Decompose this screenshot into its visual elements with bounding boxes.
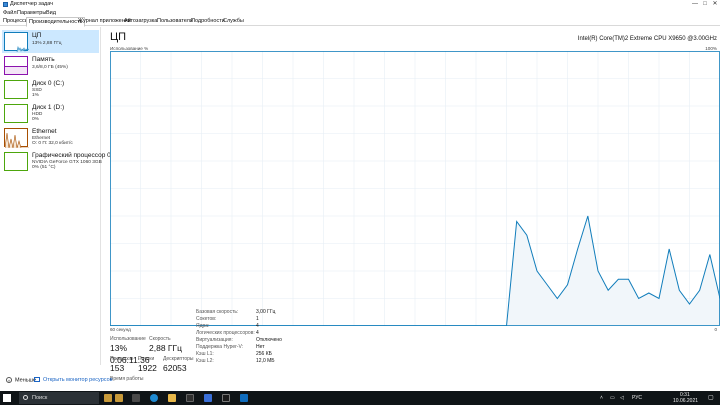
resource-monitor-icon (34, 377, 40, 383)
cpu-model-name: Intel(R) Core(TM)2 Extreme CPU X9650 @3.… (577, 36, 717, 42)
utilization-value: 13% (110, 343, 128, 353)
windows-start-icon[interactable] (3, 394, 11, 402)
fewer-details-button[interactable]: ˄ Меньше (6, 377, 36, 383)
l2-cache-label: Кэш L2: (196, 358, 214, 364)
menu-file[interactable]: Файл (3, 9, 17, 17)
search-icon (23, 395, 28, 400)
open-resource-monitor-link[interactable]: Открыть монитор ресурсов (34, 377, 113, 383)
sidebar-item-label: Графический процессор 0 (32, 152, 111, 159)
sidebar-item-label: Диск 1 (D:) (32, 104, 65, 111)
cores-value: 4 (256, 323, 259, 329)
taskbar-search[interactable]: Поиск (19, 392, 99, 404)
page-title: ЦП (110, 31, 127, 43)
volume-icon[interactable]: ◁ (620, 395, 624, 401)
memory-thumb-icon (4, 56, 28, 75)
task-view-icon[interactable] (132, 394, 140, 402)
l1-cache-label: Кэш L1: (196, 351, 214, 357)
sidebar-item-sub2: 0% (32, 117, 39, 122)
close-button[interactable]: ✕ (710, 0, 720, 9)
window-title: Диспетчер задач (10, 1, 54, 7)
base-speed-label: Базовая скорость: (196, 309, 239, 315)
sidebar-item-disk-0[interactable]: Диск 0 (C:) SSD 1% (2, 78, 99, 101)
sidebar-item-ethernet[interactable]: Ethernet Ethernet О: 0 П: 32,0 кбит/с (2, 126, 99, 149)
sidebar-item-disk-1[interactable]: Диск 1 (D:) HDD 0% (2, 102, 99, 125)
speed-value: 2,88 ГГц (149, 343, 182, 353)
menu-options[interactable]: Параметры (17, 9, 46, 17)
disk-thumb-icon (4, 104, 28, 123)
disk-thumb-icon (4, 80, 28, 99)
cpu-usage-graph (110, 51, 720, 326)
tab-startup[interactable]: Автозагрузка (122, 17, 159, 26)
cpu-thumb-icon (4, 32, 30, 53)
hyper-v-value: Нет (256, 344, 265, 350)
clock-date[interactable]: 10.06.2021 (673, 398, 698, 404)
app-thumbnail-icon-2[interactable] (115, 394, 123, 402)
title-bar: Диспетчер задач — □ ✕ (0, 0, 720, 9)
menu-bar: Файл Параметры Вид (0, 9, 720, 17)
sidebar-item-sub: 13% 2,88 ГГц (32, 41, 62, 46)
footer-bar: ˄ Меньше Открыть монитор ресурсов (0, 370, 720, 391)
minimize-button[interactable]: — (690, 0, 700, 9)
mail-icon[interactable] (204, 394, 212, 402)
sidebar-item-gpu[interactable]: Графический процессор 0 NVIDIA GeForce G… (2, 150, 111, 173)
performance-sidebar: ЦП 13% 2,88 ГГц Память 3,6/8,0 ГБ (45%) … (0, 27, 111, 365)
logical-processors-label: Логических процессоров: (196, 330, 255, 336)
language-indicator[interactable]: РУС (632, 395, 642, 401)
l1-cache-value: 256 КБ (256, 351, 272, 357)
sockets-value: 1 (256, 316, 259, 322)
hyper-v-label: Поддержка Hyper-V: (196, 344, 244, 350)
store-icon[interactable] (186, 394, 194, 402)
graph-x-label: 60 секунд (110, 327, 131, 332)
tab-services[interactable]: Службы (221, 17, 246, 26)
ethernet-thumb-icon (4, 128, 29, 149)
sidebar-item-label: Диск 0 (C:) (32, 80, 65, 87)
file-explorer-icon[interactable] (168, 394, 176, 402)
maximize-button[interactable]: □ (700, 0, 710, 9)
speed-label: Скорость (149, 336, 171, 342)
cores-label: Ядра: (196, 323, 210, 329)
menu-view[interactable]: Вид (46, 9, 56, 17)
tray-chevron-icon[interactable]: ˄ (600, 395, 603, 401)
task-manager-icon (3, 2, 8, 7)
sockets-label: Сокетов: (196, 316, 217, 322)
search-label: Поиск (32, 395, 48, 401)
sidebar-item-cpu[interactable]: ЦП 13% 2,88 ГГц (2, 30, 99, 53)
sidebar-item-sub2: 0% (51 °C) (32, 165, 56, 170)
uptime-value: 0:06:11:36 (110, 355, 150, 365)
sidebar-item-label: Ethernet (32, 128, 57, 135)
cpu-detail-panel: ЦП Intel(R) Core(TM)2 Extreme CPU X9650 … (103, 27, 720, 382)
sidebar-item-memory[interactable]: Память 3,6/8,0 ГБ (45%) (2, 54, 99, 77)
chevron-up-icon: ˄ (6, 377, 12, 383)
network-icon[interactable]: ▭ (610, 395, 615, 401)
sidebar-item-label: ЦП (32, 32, 42, 39)
app-thumbnail-icon[interactable] (104, 394, 112, 402)
l2-cache-value: 12,0 МБ (256, 358, 275, 364)
sidebar-item-sub: 3,6/8,0 ГБ (45%) (32, 65, 68, 70)
sidebar-item-sub2: 1% (32, 93, 39, 98)
gpu-thumb-icon (4, 152, 28, 171)
handles-label: Дескрипторы (163, 356, 194, 362)
base-speed-value: 3,00 ГГц (256, 309, 276, 315)
sidebar-item-label: Память (32, 56, 55, 63)
tab-strip: Процессы Производительность Журнал прило… (0, 17, 720, 27)
resource-monitor-label: Открыть монитор ресурсов (43, 377, 113, 383)
notifications-icon[interactable]: ▢ (708, 394, 714, 401)
virtualization-value: Отключено (256, 337, 282, 343)
task-manager-taskbar-icon[interactable] (240, 394, 248, 402)
fewer-details-label: Меньше (15, 377, 37, 384)
sidebar-item-sub2: О: 0 П: 32,0 кбит/с (32, 141, 73, 146)
app-icon[interactable] (222, 394, 230, 402)
logical-processors-value: 4 (256, 330, 259, 336)
utilization-label: Использование (110, 336, 146, 342)
edge-browser-icon[interactable] (150, 394, 158, 402)
taskbar: Поиск ˄ ▭ ◁ РУС 0:31 10.06.2021 ▢ (0, 391, 720, 405)
task-manager-window: Диспетчер задач — □ ✕ Файл Параметры Вид… (0, 0, 720, 405)
virtualization-label: Виртуализация: (196, 337, 233, 343)
graph-x-end-label: 0 (714, 327, 717, 332)
